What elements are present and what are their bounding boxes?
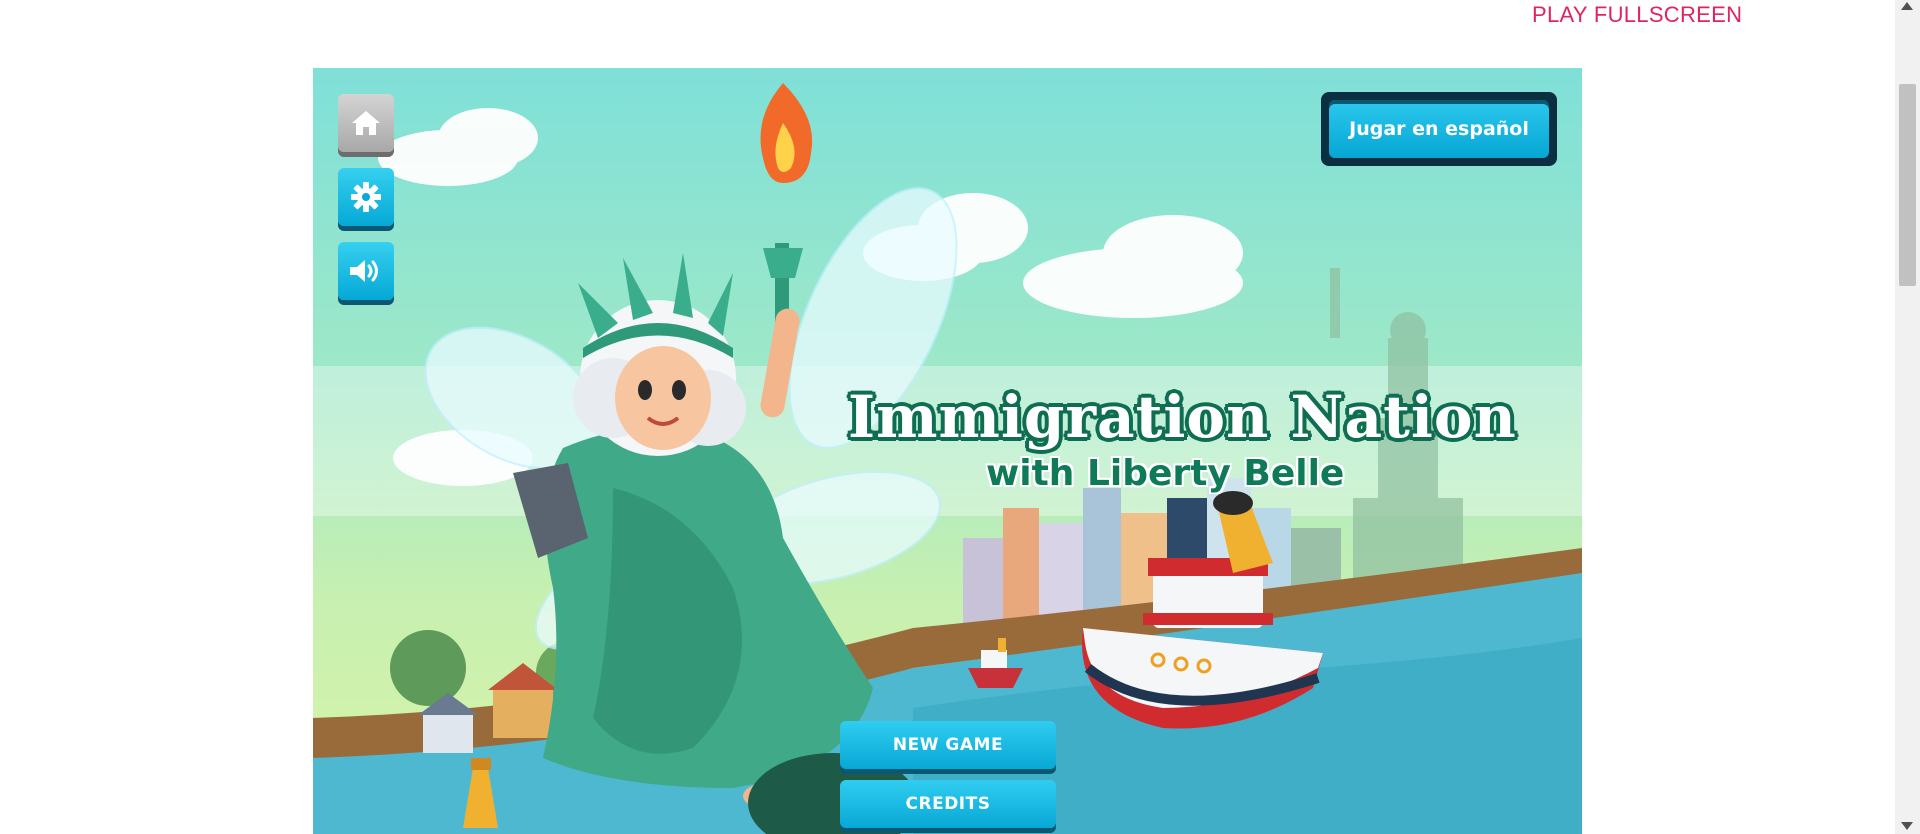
sound-button[interactable]: [338, 242, 394, 300]
page-scrollbar[interactable]: [1895, 0, 1920, 834]
language-button-frame: Jugar en español: [1321, 92, 1557, 166]
gear-icon: [351, 182, 381, 212]
play-in-spanish-button[interactable]: Jugar en español: [1329, 100, 1549, 158]
new-game-button[interactable]: NEW GAME: [840, 721, 1056, 769]
scroll-up-arrow-icon[interactable]: [1901, 2, 1913, 10]
speaker-icon: [350, 260, 378, 282]
settings-button[interactable]: [338, 168, 394, 226]
home-button[interactable]: [338, 94, 394, 152]
scroll-thumb[interactable]: [1899, 84, 1916, 286]
scroll-down-arrow-icon[interactable]: [1901, 822, 1913, 830]
play-fullscreen-link[interactable]: PLAY FULLSCREEN: [1532, 2, 1742, 28]
game-canvas[interactable]: Jugar en español Immigration Nation with…: [313, 68, 1582, 834]
credits-button[interactable]: CREDITS: [840, 780, 1056, 828]
game-subtitle: with Liberty Belle: [986, 453, 1345, 494]
house-icon: [352, 111, 380, 135]
game-background-scene: [313, 83, 1582, 834]
game-title: Immigration Nation: [848, 383, 1517, 451]
